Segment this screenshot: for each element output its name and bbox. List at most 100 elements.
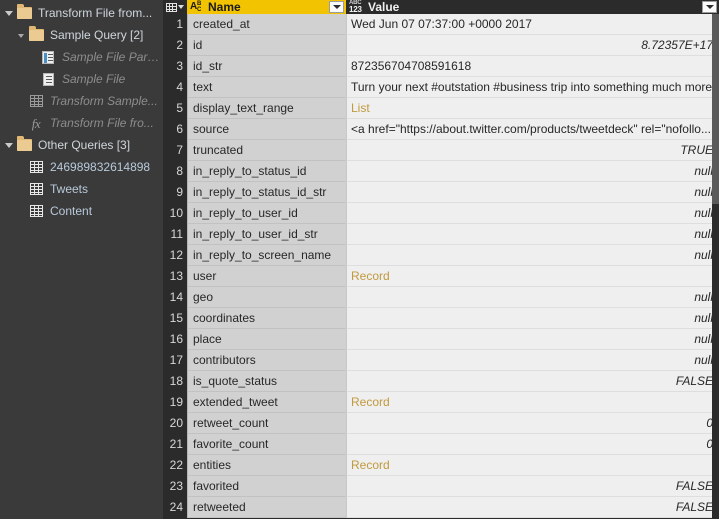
table-row[interactable]: 23 favorited FALSE <box>163 476 719 497</box>
query-item-transform-sample[interactable]: Transform Sample... <box>0 90 163 112</box>
table-row[interactable]: 15 coordinates null <box>163 308 719 329</box>
cell-name[interactable]: user <box>187 266 346 287</box>
cell-name[interactable]: geo <box>187 287 346 308</box>
table-row[interactable]: 3 id_str 872356704708591618 <box>163 56 719 77</box>
row-number[interactable]: 14 <box>163 287 187 308</box>
cell-name[interactable]: source <box>187 119 346 140</box>
cell-name[interactable]: in_reply_to_user_id_str <box>187 224 346 245</box>
cell-value[interactable]: FALSE <box>346 476 719 497</box>
table-row[interactable]: 20 retweet_count 0 <box>163 413 719 434</box>
cell-name[interactable]: text <box>187 77 346 98</box>
table-row[interactable]: 2 id 8.72357E+17 <box>163 35 719 56</box>
query-item-transform-file-fro[interactable]: fx Transform File fro... <box>0 112 163 134</box>
cell-value[interactable]: FALSE <box>346 371 719 392</box>
cell-value[interactable]: null <box>346 287 719 308</box>
table-row[interactable]: 4 text Turn your next #outstation #busines… <box>163 77 719 98</box>
row-number[interactable]: 20 <box>163 413 187 434</box>
table-row[interactable]: 18 is_quote_status FALSE <box>163 371 719 392</box>
query-item-tweets[interactable]: Tweets <box>0 178 163 200</box>
query-item-246989832614898[interactable]: 246989832614898 <box>0 156 163 178</box>
row-number[interactable]: 22 <box>163 455 187 476</box>
select-all-columns-button[interactable] <box>163 0 187 14</box>
cell-value[interactable]: null <box>346 329 719 350</box>
row-number[interactable]: 15 <box>163 308 187 329</box>
cell-name[interactable]: truncated <box>187 140 346 161</box>
row-number[interactable]: 19 <box>163 392 187 413</box>
cell-value-structured-link[interactable]: Record <box>346 266 719 287</box>
cell-name[interactable]: coordinates <box>187 308 346 329</box>
query-item-content[interactable]: Content <box>0 200 163 222</box>
row-number[interactable]: 10 <box>163 203 187 224</box>
cell-name[interactable]: display_text_range <box>187 98 346 119</box>
cell-name[interactable]: entities <box>187 455 346 476</box>
table-row[interactable]: 10 in_reply_to_user_id null <box>163 203 719 224</box>
table-row[interactable]: 19 extended_tweet Record <box>163 392 719 413</box>
row-number[interactable]: 8 <box>163 161 187 182</box>
table-row[interactable]: 21 favorite_count 0 <box>163 434 719 455</box>
cell-name[interactable]: in_reply_to_status_id_str <box>187 182 346 203</box>
table-row[interactable]: 9 in_reply_to_status_id_str null <box>163 182 719 203</box>
row-number[interactable]: 18 <box>163 371 187 392</box>
column-filter-button-name[interactable] <box>329 1 344 13</box>
query-item-sample-file-para[interactable]: Sample File Para... <box>0 46 163 68</box>
cell-value[interactable]: null <box>346 161 719 182</box>
query-item-transform-file-from[interactable]: Transform File from... <box>0 2 163 24</box>
table-row[interactable]: 16 place null <box>163 329 719 350</box>
vertical-scrollbar[interactable] <box>712 14 719 519</box>
cell-value[interactable]: Turn your next #outstation #business tri… <box>346 77 719 98</box>
table-row[interactable]: 17 contributors null <box>163 350 719 371</box>
cell-value[interactable]: TRUE <box>346 140 719 161</box>
cell-value[interactable]: null <box>346 350 719 371</box>
table-row[interactable]: 1 created_at Wed Jun 07 07:37:00 +0000 201… <box>163 14 719 35</box>
row-number[interactable]: 1 <box>163 14 187 35</box>
cell-value[interactable]: 0 <box>346 413 719 434</box>
row-number[interactable]: 13 <box>163 266 187 287</box>
cell-value[interactable]: null <box>346 182 719 203</box>
cell-name[interactable]: in_reply_to_screen_name <box>187 245 346 266</box>
table-row[interactable]: 12 in_reply_to_screen_name null <box>163 245 719 266</box>
cell-name[interactable]: favorite_count <box>187 434 346 455</box>
row-number[interactable]: 6 <box>163 119 187 140</box>
cell-name[interactable]: contributors <box>187 350 346 371</box>
cell-value[interactable]: null <box>346 245 719 266</box>
cell-name[interactable]: id <box>187 35 346 56</box>
cell-value[interactable]: <a href="https://about.twitter.com/produ… <box>346 119 719 140</box>
expander-arrow[interactable] <box>14 33 27 38</box>
cell-name[interactable]: is_quote_status <box>187 371 346 392</box>
cell-name[interactable]: created_at <box>187 14 346 35</box>
table-row[interactable]: 22 entities Record <box>163 455 719 476</box>
cell-value[interactable]: Wed Jun 07 07:37:00 +0000 2017 <box>346 14 719 35</box>
row-number[interactable]: 24 <box>163 497 187 518</box>
row-number[interactable]: 2 <box>163 35 187 56</box>
cell-value[interactable]: 0 <box>346 434 719 455</box>
cell-value-structured-link[interactable]: List <box>346 98 719 119</box>
row-number[interactable]: 3 <box>163 56 187 77</box>
row-number[interactable]: 9 <box>163 182 187 203</box>
cell-name[interactable]: retweeted <box>187 497 346 518</box>
cell-name[interactable]: favorited <box>187 476 346 497</box>
query-item-sample-file[interactable]: Sample File <box>0 68 163 90</box>
row-number[interactable]: 12 <box>163 245 187 266</box>
row-number[interactable]: 5 <box>163 98 187 119</box>
cell-value[interactable]: 872356704708591618 <box>346 56 719 77</box>
cell-value[interactable]: null <box>346 203 719 224</box>
row-number[interactable]: 7 <box>163 140 187 161</box>
cell-name[interactable]: in_reply_to_status_id <box>187 161 346 182</box>
row-number[interactable]: 16 <box>163 329 187 350</box>
table-row[interactable]: 13 user Record <box>163 266 719 287</box>
cell-value[interactable]: 8.72357E+17 <box>346 35 719 56</box>
cell-name[interactable]: place <box>187 329 346 350</box>
row-number[interactable]: 17 <box>163 350 187 371</box>
cell-value[interactable]: FALSE <box>346 497 719 518</box>
table-row[interactable]: 14 geo null <box>163 287 719 308</box>
table-row[interactable]: 11 in_reply_to_user_id_str null <box>163 224 719 245</box>
row-number[interactable]: 21 <box>163 434 187 455</box>
column-header-name[interactable]: A B C Name <box>187 0 346 14</box>
cell-name[interactable]: retweet_count <box>187 413 346 434</box>
cell-value-structured-link[interactable]: Record <box>346 392 719 413</box>
query-item-sample-query-2[interactable]: Sample Query [2] <box>0 24 163 46</box>
table-row[interactable]: 5 display_text_range List <box>163 98 719 119</box>
expander-arrow[interactable] <box>2 142 15 148</box>
cell-name[interactable]: extended_tweet <box>187 392 346 413</box>
row-number[interactable]: 4 <box>163 77 187 98</box>
